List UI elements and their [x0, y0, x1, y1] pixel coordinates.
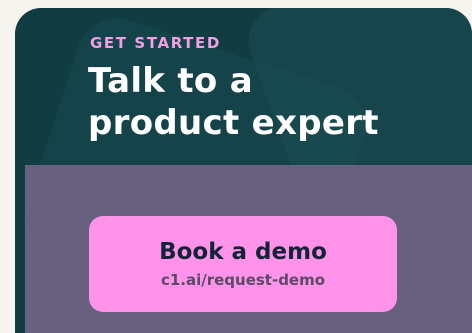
book-demo-label: Book a demo: [159, 239, 327, 265]
headline-line-2: product expert: [88, 103, 379, 143]
headline-line-1: Talk to a: [88, 61, 253, 101]
book-demo-button[interactable]: Book a demo c1.ai/request-demo: [89, 216, 397, 312]
eyebrow-label: GET STARTED: [90, 34, 221, 52]
demo-card: GET STARTED Talk to a product expert Boo…: [15, 8, 472, 333]
demo-url-label: c1.ai/request-demo: [160, 271, 326, 289]
card-headline: Talk to a product expert: [88, 60, 379, 144]
